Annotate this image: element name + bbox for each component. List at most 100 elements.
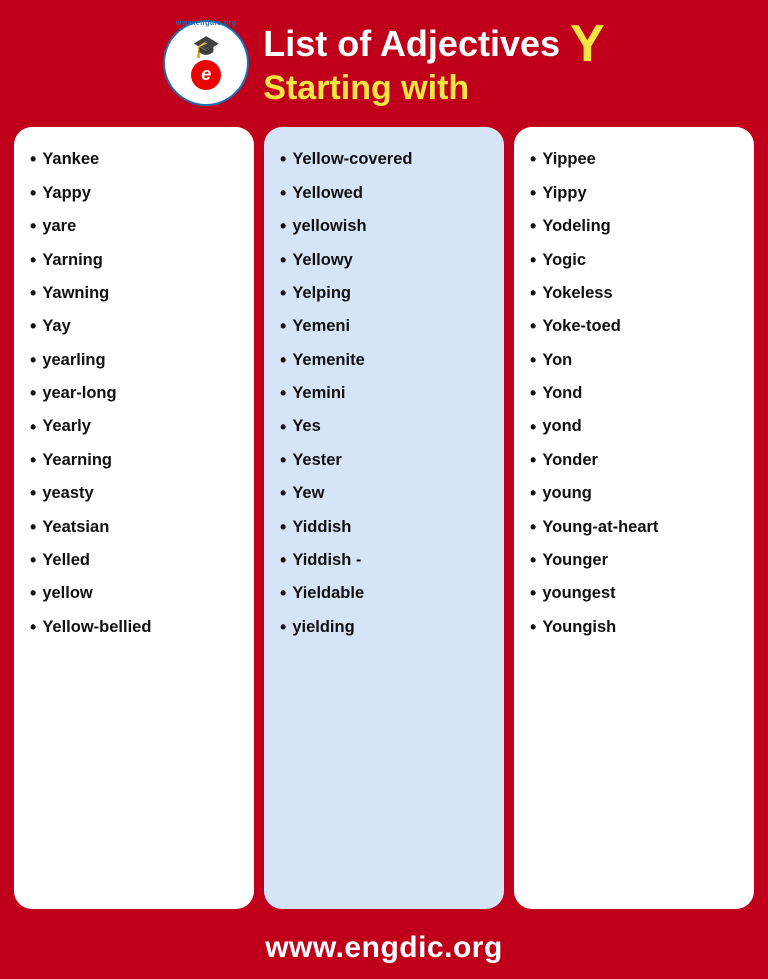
logo-background: 🎓 e — [163, 20, 249, 106]
list-item: •Yankee — [30, 143, 242, 176]
list-item: •yielding — [280, 611, 492, 644]
word-text: yare — [42, 216, 76, 237]
bullet-icon: • — [530, 449, 536, 472]
bullet-icon: • — [280, 249, 286, 272]
bullet-icon: • — [280, 582, 286, 605]
word-text: Yellow-bellied — [42, 617, 151, 638]
list-item: •Yodeling — [530, 210, 742, 243]
header: 🎓 e www.engdic.org List of Adjectives Y … — [0, 0, 768, 117]
word-text: Yelled — [42, 550, 90, 571]
bullet-icon: • — [30, 382, 36, 405]
bullet-icon: • — [30, 349, 36, 372]
bullet-icon: • — [530, 382, 536, 405]
bullet-icon: • — [30, 215, 36, 238]
list-item: • Yellowy — [280, 244, 492, 277]
column-2: •Yellow-covered•Yellowed•yellowish•Yello… — [264, 127, 504, 909]
word-text: Yearly — [42, 416, 91, 437]
bullet-icon: • — [280, 349, 286, 372]
title-line1: List of Adjectives Y — [263, 18, 604, 70]
list-item: •Yogic — [530, 244, 742, 277]
logo: 🎓 e www.engdic.org — [163, 20, 249, 106]
list-item: • yearling — [30, 344, 242, 377]
word-text: yellowish — [292, 216, 366, 237]
bullet-icon: • — [30, 148, 36, 171]
word-text: Yokeless — [542, 283, 612, 304]
word-text: Younger — [542, 550, 608, 571]
list-item: •Yonder — [530, 444, 742, 477]
bullet-icon: • — [30, 182, 36, 205]
graduation-cap-icon: 🎓 — [193, 36, 220, 58]
word-text: Yarning — [42, 250, 103, 271]
list-item: •Yes — [280, 411, 492, 444]
list-item: •Yiddish — [280, 511, 492, 544]
word-text: year-long — [42, 383, 116, 404]
bullet-icon: • — [30, 516, 36, 539]
word-text: Yemini — [292, 383, 345, 404]
list-item: •Yeatsian — [30, 511, 242, 544]
word-text: Yellow-covered — [292, 149, 412, 170]
footer-url: www.engdic.org — [0, 921, 768, 979]
word-text: yellow — [42, 583, 92, 604]
word-text: yearling — [42, 350, 105, 371]
list-item: • Yokeless — [530, 277, 742, 310]
bullet-icon: • — [530, 282, 536, 305]
list-item: •Yearning — [30, 444, 242, 477]
bullet-icon: • — [280, 148, 286, 171]
word-text: yond — [542, 416, 581, 437]
bullet-icon: • — [280, 482, 286, 505]
list-item: • year-long — [30, 377, 242, 410]
bullet-icon: • — [30, 282, 36, 305]
bullet-icon: • — [280, 282, 286, 305]
word-text: Yellowy — [292, 250, 353, 271]
title-text-part1: List of Adjectives — [263, 24, 560, 64]
list-item: • Yemeni — [280, 310, 492, 343]
column-1: •Yankee•Yappy•yare•Yarning•Yawning•Yay•y… — [14, 127, 254, 909]
bullet-icon: • — [530, 315, 536, 338]
bullet-icon: • — [30, 315, 36, 338]
list-item: •Yiddish - — [280, 544, 492, 577]
bullet-icon: • — [530, 148, 536, 171]
list-item: •yond — [530, 411, 742, 444]
word-text: Yiddish - — [292, 550, 361, 571]
word-text: Young-at-heart — [542, 517, 658, 538]
list-item: •Yearly — [30, 411, 242, 444]
logo-content: 🎓 e — [191, 36, 221, 90]
word-text: youngest — [542, 583, 615, 604]
bullet-icon: • — [280, 215, 286, 238]
list-item: •Yemenite — [280, 344, 492, 377]
bullet-icon: • — [530, 215, 536, 238]
column-3: •Yippee•Yippy•Yodeling•Yogic•Yokeless•Yo… — [514, 127, 754, 909]
bullet-icon: • — [530, 482, 536, 505]
word-text: Yieldable — [292, 583, 364, 604]
word-text: Yond — [542, 383, 582, 404]
logo-e-badge: e — [191, 60, 221, 90]
bullet-icon: • — [530, 582, 536, 605]
list-item: • youngest — [530, 577, 742, 610]
list-item: •Yelping — [280, 277, 492, 310]
bullet-icon: • — [30, 449, 36, 472]
header-title: List of Adjectives Y Starting with — [263, 18, 604, 107]
bullet-icon: • — [280, 449, 286, 472]
word-text: Yellowed — [292, 183, 363, 204]
bullet-icon: • — [530, 182, 536, 205]
word-text: Yester — [292, 450, 342, 471]
list-item: •young — [530, 477, 742, 510]
list-item: •Youngish — [530, 611, 742, 644]
word-text: Yippy — [542, 183, 586, 204]
list-item: •yeasty — [30, 477, 242, 510]
bullet-icon: • — [530, 516, 536, 539]
list-item: • Yieldable — [280, 577, 492, 610]
list-item: • Yond — [530, 377, 742, 410]
word-text: yeasty — [42, 483, 93, 504]
word-text: Yemeni — [292, 316, 350, 337]
bullet-icon: • — [530, 349, 536, 372]
word-text: Yappy — [42, 183, 91, 204]
bullet-icon: • — [30, 582, 36, 605]
word-text: yielding — [292, 617, 354, 638]
bullet-icon: • — [530, 549, 536, 572]
list-item: •Yellow-bellied — [30, 611, 242, 644]
list-item: •Yon — [530, 344, 742, 377]
bullet-icon: • — [280, 315, 286, 338]
list-item: •Yew — [280, 477, 492, 510]
list-item: •Yellowed — [280, 177, 492, 210]
